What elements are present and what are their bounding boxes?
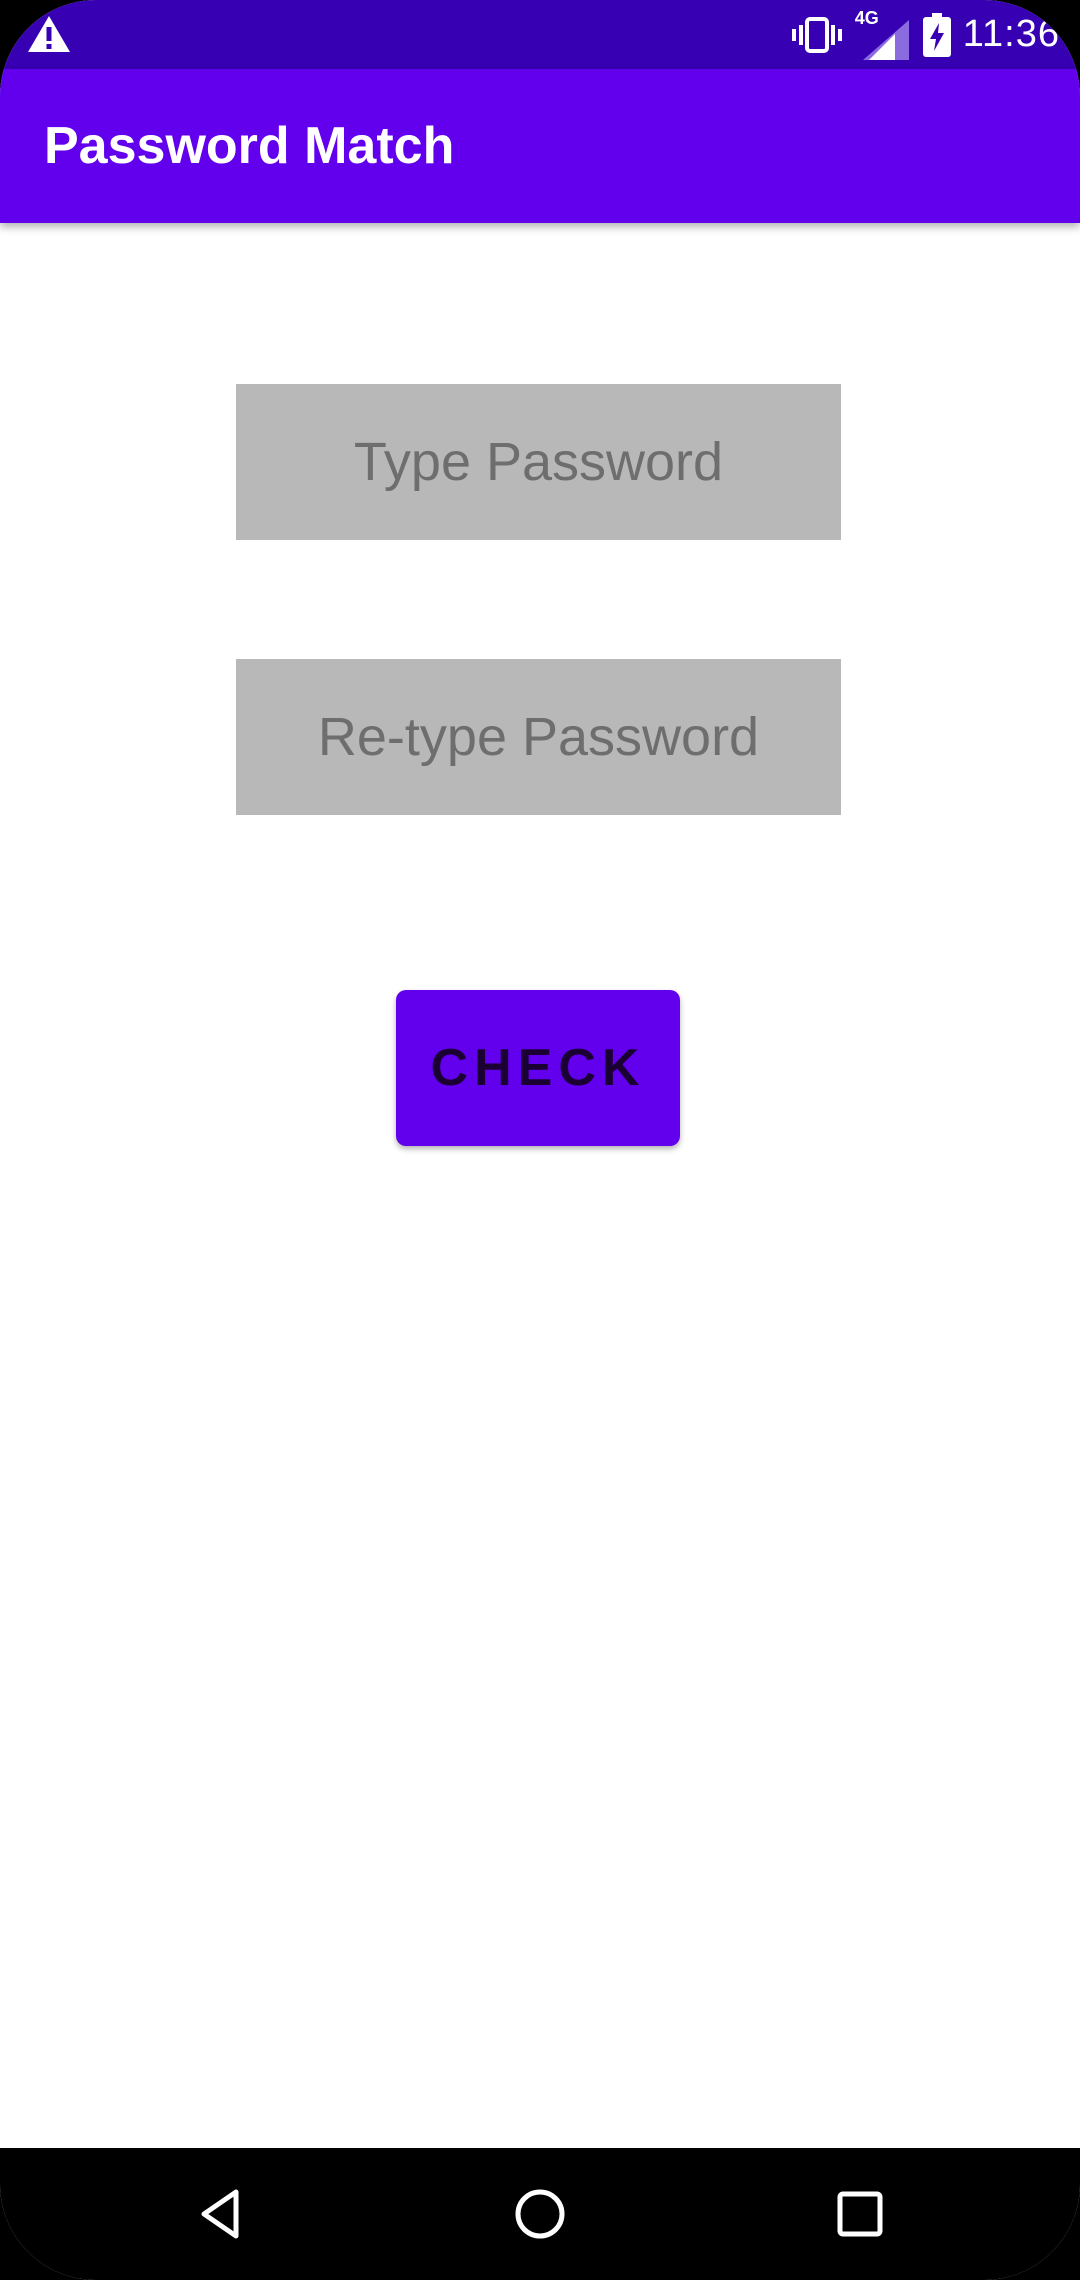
navigation-bar [0,2148,1080,2280]
back-icon [201,2189,239,2239]
home-icon [515,2189,565,2239]
app-title: Password Match [44,117,455,175]
status-icons: 4G 11:36 [791,0,1060,69]
back-button[interactable] [180,2172,264,2256]
status-bar: 4G 11:36 [0,0,1080,69]
warning-icon [28,16,70,52]
check-button[interactable]: CHECK [396,990,680,1146]
app-screen: 4G 11:36 Password Match CHECK [0,0,1080,2280]
home-button[interactable] [498,2172,582,2256]
clock: 11:36 [962,13,1060,55]
recent-apps-button[interactable] [818,2172,902,2256]
password-field[interactable] [236,384,841,540]
recent-apps-icon [837,2191,883,2237]
signal-icon: 4G [855,8,911,60]
battery-charging-icon [922,12,951,57]
app-bar: Password Match [0,69,1080,223]
vibrate-icon [791,16,842,53]
retype-password-field[interactable] [236,659,841,815]
